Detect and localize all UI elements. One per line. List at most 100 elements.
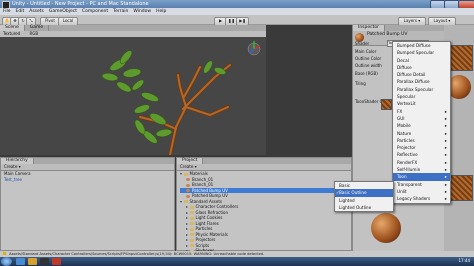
material-preview-sphere: [371, 213, 401, 243]
expand-arrow-icon[interactable]: [186, 239, 188, 241]
menu-gameobject[interactable]: GameObject: [49, 8, 77, 15]
taskbar-unity-icon[interactable]: [40, 258, 49, 265]
menu-item[interactable]: Lighted Outline: [335, 204, 393, 211]
menu-item[interactable]: Diffuse Detail: [393, 71, 450, 78]
menu-item-label: Unlit: [397, 188, 407, 194]
material-property-label: Outline Color: [355, 56, 382, 61]
taskbar: 17:44: [0, 257, 474, 266]
project-item-label: Branch_01: [192, 182, 214, 187]
menu-item-label: Lighted: [339, 197, 355, 203]
material-icon: [186, 183, 190, 187]
expand-arrow-icon[interactable]: [186, 206, 188, 208]
submenu-arrow-icon: ▸: [444, 188, 447, 194]
project-create-button[interactable]: Create: [180, 164, 193, 169]
layout-label: Layout: [433, 18, 448, 23]
render-mode-dropdown[interactable]: RGB: [29, 31, 38, 36]
menu-item[interactable]: VertexLit: [393, 100, 450, 107]
hierarchy-create-button[interactable]: Create: [4, 164, 17, 169]
submenu-arrow-icon: ▸: [444, 152, 447, 158]
menu-item[interactable]: Basic: [335, 182, 393, 189]
toolbar: ✋ ✥ ↻ ⤡ Pivot Local ▶ ❚❚ ▶❚ Layers ▾ Lay…: [0, 15, 474, 26]
menu-file[interactable]: File: [3, 8, 11, 15]
menu-item[interactable]: Parallax Specular: [393, 86, 450, 93]
project-item-label: Particles: [195, 226, 213, 231]
expand-arrow-icon[interactable]: [186, 217, 188, 219]
menu-item[interactable]: Lighted: [335, 197, 393, 204]
menu-item[interactable]: ✓ Basic Outline: [335, 189, 393, 197]
menu-item[interactable]: Parallax Diffuse: [393, 78, 450, 85]
folder-icon: [189, 233, 194, 236]
material-property-label: Outline width: [355, 63, 382, 68]
project-item-label: Standard Assets: [189, 198, 223, 204]
menu-help[interactable]: Help: [156, 8, 166, 15]
taskbar-explorer-icon[interactable]: [16, 258, 25, 265]
expand-arrow-icon[interactable]: [180, 200, 182, 203]
menu-item[interactable]: Transparent ▸: [393, 181, 450, 188]
menu-item-label: Parallax Diffuse: [397, 79, 430, 85]
menu-item[interactable]: Unlit ▸: [393, 188, 450, 195]
project-item-label: Scripts: [195, 242, 210, 248]
submenu-arrow-icon: ▸: [444, 167, 447, 173]
project-panel: Project Create ▾ Materials Branch_01 Branc…: [176, 157, 352, 254]
hierarchy-item[interactable]: Test_tree: [4, 177, 174, 183]
submenu-arrow-icon: ▸: [444, 159, 447, 165]
menu-item[interactable]: Specular: [393, 93, 450, 100]
menu-item[interactable]: FX ▸: [393, 108, 450, 115]
menu-item[interactable]: Bumped Diffuse: [393, 42, 450, 49]
taskbar-folder-icon[interactable]: [28, 258, 37, 265]
base-texture-slot[interactable]: [381, 99, 392, 110]
expand-arrow-icon[interactable]: [186, 211, 188, 214]
menu-item-label: Bumped Specular: [397, 50, 435, 56]
submenu-arrow-icon: ▸: [444, 181, 447, 187]
expand-arrow-icon[interactable]: [186, 233, 188, 236]
expand-arrow-icon[interactable]: [186, 244, 188, 247]
submenu-arrow-icon: ▸: [444, 123, 447, 129]
menu-item[interactable]: Self-Illumin ▸: [393, 166, 450, 173]
menu-item[interactable]: Legacy Shaders ▸: [393, 195, 450, 202]
menu-item-label: Nature: [397, 130, 412, 136]
menu-terrain[interactable]: Terrain: [113, 8, 128, 15]
menu-item[interactable]: Nature ▸: [393, 130, 450, 137]
menu-item-label: Basic: [339, 183, 351, 188]
menu-item-label: RenderFX: [397, 159, 418, 165]
menu-item-label: Specular: [397, 94, 416, 100]
menu-item[interactable]: Decal: [393, 57, 450, 64]
menu-item[interactable]: RenderFX ▸: [393, 159, 450, 166]
hierarchy-toolbar: Create ▾: [1, 164, 174, 171]
menu-item-label: FX: [397, 108, 403, 114]
folder-icon: [189, 244, 194, 247]
menu-item[interactable]: Diffuse: [393, 64, 450, 71]
menu-item-label: Lighted Outline: [339, 204, 372, 210]
project-list: Materials Branch_01 Branch_01 Patched Bump …: [177, 171, 351, 254]
expand-arrow-icon[interactable]: [186, 222, 188, 225]
menu-component[interactable]: Component: [82, 8, 108, 15]
menu-item[interactable]: Bumped Specular: [393, 49, 450, 56]
submenu-arrow-icon: ▸: [444, 108, 447, 114]
material-property-label: Tiling: [355, 81, 366, 86]
expand-arrow-icon[interactable]: [186, 228, 188, 230]
project-toolbar: Create ▾: [177, 164, 351, 171]
menu-item[interactable]: GUI ▸: [393, 115, 450, 122]
folder-icon: [189, 222, 194, 225]
expand-arrow-icon[interactable]: [180, 173, 182, 175]
clock: 17:44: [458, 258, 470, 263]
menu-item[interactable]: Reflective ▸: [393, 151, 450, 158]
menu-assets[interactable]: Assets: [29, 8, 44, 15]
menu-item-label: Particles: [397, 137, 415, 143]
scene-viewport[interactable]: [0, 37, 266, 155]
hierarchy-list: Main Camera Test_tree: [1, 171, 174, 182]
project-item-label: Glass Refraction: [195, 209, 229, 215]
toon-submenu: Basic ✓ Basic Outline Lighted Lighted Outlin…: [334, 181, 394, 213]
folder-icon: [189, 227, 194, 231]
menu-edit[interactable]: Edit: [16, 8, 25, 15]
menu-window[interactable]: Window: [133, 8, 151, 15]
menu-item-label: Legacy Shaders: [397, 196, 431, 202]
menu-item[interactable]: Projector ▸: [393, 144, 450, 151]
shading-mode-dropdown[interactable]: Textured: [3, 31, 20, 36]
start-button[interactable]: [1, 257, 12, 266]
menu-item[interactable]: Particles ▸: [393, 137, 450, 144]
taskbar-app-icon[interactable]: [52, 258, 61, 265]
menu-item-label: GUI: [397, 115, 405, 121]
menu-item[interactable]: Toon ▸: [393, 173, 450, 181]
menu-item[interactable]: Mobile ▸: [393, 122, 450, 129]
